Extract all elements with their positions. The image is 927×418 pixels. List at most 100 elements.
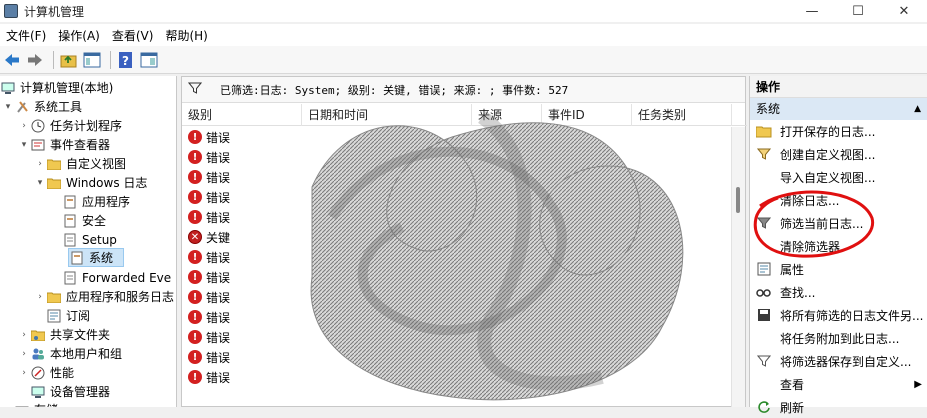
tree-label: 任务计划程序 [50,119,123,133]
tree-item-custom-views[interactable]: › 自定义视图 [34,154,126,173]
filter-icon [754,147,774,161]
up-folder-icon[interactable] [59,50,79,70]
table-row[interactable]: ! 错误 [182,287,722,307]
action-label: 清除日志... [780,193,840,208]
help-icon[interactable]: ? [116,50,136,70]
tree-item-performance[interactable]: › 性能 [18,363,74,382]
tree-item-device-manager[interactable]: 设备管理器 [30,382,110,401]
chevron-down-icon[interactable]: ▾ [2,102,14,112]
save-icon [754,308,774,322]
menu-file[interactable]: 文件(F) [0,27,52,44]
menu-help[interactable]: 帮助(H) [159,27,213,44]
chevron-right-icon[interactable]: › [18,368,30,378]
action-view[interactable]: 查看 ▶ [750,373,927,395]
tree-item-event-viewer[interactable]: ▾ 事件查看器 [18,135,110,154]
actions-section-system[interactable]: 系统 ▲ [750,98,927,120]
tree-item-application[interactable]: 应用程序 [62,192,130,211]
chevron-right-icon[interactable]: › [34,292,46,302]
table-row[interactable]: ! 错误 [182,127,722,147]
tree-label: 系统工具 [34,100,83,114]
forward-icon[interactable] [25,50,45,70]
tree-item-forwarded-events[interactable]: Forwarded Eve [62,268,171,287]
error-icon: ! [188,350,202,364]
action-label: 将筛选器保存到自定义... [780,354,912,369]
action-save-filtered-log[interactable]: 将所有筛选的日志文件另... [750,304,927,326]
back-icon[interactable] [2,50,22,70]
action-open-saved-log[interactable]: 打开保存的日志... [750,120,927,142]
vertical-scrollbar[interactable] [731,127,745,407]
column-task-category[interactable]: 任务类别 [632,104,732,126]
action-attach-task[interactable]: 将任务附加到此日志... [750,327,927,349]
table-row[interactable]: ! 错误 [182,267,722,287]
actions-header: 操作 [750,76,927,98]
action-save-filter-to-custom-view[interactable]: 将筛选器保存到自定义... [750,350,927,372]
action-clear-log[interactable]: 清除日志... [750,189,927,211]
table-row[interactable]: ! 错误 [182,347,722,367]
window-controls: — ☐ ✕ [789,0,927,22]
error-icon: ! [188,130,202,144]
table-row[interactable]: ! 错误 [182,167,722,187]
tree-label: 应用程序 [82,195,131,209]
action-filter-current-log[interactable]: 筛选当前日志... [750,212,927,234]
scrollbar-thumb[interactable] [736,187,740,213]
chevron-right-icon[interactable]: › [34,159,46,169]
toolbar: ? [0,46,927,74]
close-button[interactable]: ✕ [881,0,927,22]
tree-item-setup[interactable]: Setup [62,230,117,249]
table-row[interactable]: ! 错误 [182,207,722,227]
show-pane-icon[interactable] [139,50,159,70]
action-create-custom-view[interactable]: 创建自定义视图... [750,143,927,165]
menu-view[interactable]: 查看(V) [106,27,160,44]
maximize-button[interactable]: ☐ [835,0,881,22]
action-refresh[interactable]: 刷新 [750,396,927,418]
minimize-button[interactable]: — [789,0,835,22]
column-source[interactable]: 来源 [472,104,542,126]
action-label: 查看 [780,377,805,392]
tree-label: Setup [82,232,117,247]
chevron-right-icon[interactable]: › [18,121,30,131]
table-row[interactable]: ! 错误 [182,367,722,387]
tree-label: 存储 [34,401,58,407]
computer-icon [0,81,16,95]
chevron-down-icon[interactable]: ▾ [18,140,30,150]
menu-action[interactable]: 操作(A) [52,27,106,44]
table-row[interactable]: ! 错误 [182,147,722,167]
tree-item-root[interactable]: 计算机管理(本地) [0,78,113,97]
collapse-icon[interactable]: ▲ [914,98,921,120]
event-list-pane: 已筛选:日志: System; 级别: 关键, 错误; 来源: ; 事件数: 5… [181,76,747,407]
level-label: 错误 [206,290,231,305]
table-row[interactable]: ✕ 关键 [182,227,722,247]
tree-item-shared-folders[interactable]: › 共享文件夹 [18,325,110,344]
column-datetime[interactable]: 日期和时间 [302,104,472,126]
column-headers: 级别 日期和时间 来源 事件ID 任务类别 [182,104,747,126]
tree-label: 计算机管理(本地) [20,81,114,95]
level-label: 错误 [206,170,231,185]
tree-item-system[interactable]: 系统 [68,248,124,267]
column-level[interactable]: 级别 [182,104,302,126]
log-icon [69,251,85,265]
chevron-right-icon[interactable]: › [18,330,30,340]
table-row[interactable]: ! 错误 [182,327,722,347]
column-event-id[interactable]: 事件ID [542,104,632,126]
table-row[interactable]: ! 错误 [182,187,722,207]
tree-item-security[interactable]: 安全 [62,211,106,230]
chevron-down-icon[interactable]: ▾ [34,178,46,188]
tree-item-storage[interactable]: › 存储 [2,400,58,407]
chevron-right-icon[interactable]: › [18,349,30,359]
tree-item-task-scheduler[interactable]: › 任务计划程序 [18,116,122,135]
tree-item-app-services-logs[interactable]: › 应用程序和服务日志 [34,287,174,306]
tree-item-subscriptions[interactable]: 订阅 [46,306,90,325]
action-find[interactable]: 查找... [750,281,927,303]
action-properties[interactable]: 属性 [750,258,927,280]
log-icon [62,214,78,228]
show-tree-icon[interactable] [82,50,102,70]
level-label: 关键 [206,230,231,245]
action-import-custom-view[interactable]: 导入自定义视图... [750,166,927,188]
tree-item-local-users[interactable]: › 本地用户和组 [18,344,122,363]
table-row[interactable]: ! 错误 [182,307,722,327]
filter-icon [754,216,774,230]
action-clear-filter[interactable]: 清除筛选器 [750,235,927,257]
table-row[interactable]: ! 错误 [182,247,722,267]
tree-item-windows-logs[interactable]: ▾ Windows 日志 [34,173,148,192]
tree-item-system-tools[interactable]: ▾ 系统工具 [2,97,82,116]
